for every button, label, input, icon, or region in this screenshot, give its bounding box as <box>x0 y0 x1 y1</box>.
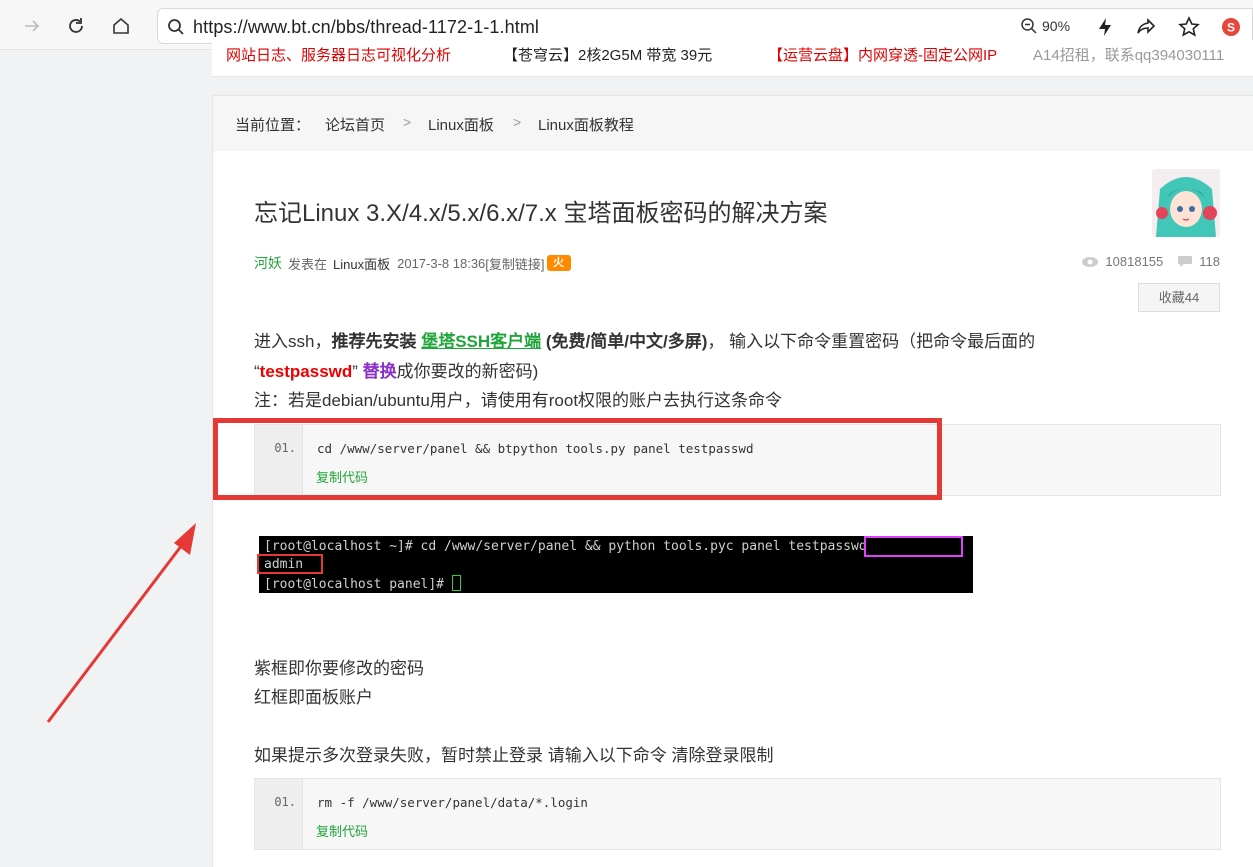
ad-link-1[interactable]: 网站日志、服务器日志可视化分析 <box>226 44 451 65</box>
terminal-screenshot: [root@localhost ~]# cd /www/server/panel… <box>257 536 973 593</box>
login-limit-paragraph: 如果提示多次登录失败，暂时禁止登录 请输入以下命令 清除登录限制 <box>254 746 774 765</box>
replace-instruction-text: 成你要改的新密码) <box>396 362 539 381</box>
copy-link-button[interactable]: [复制链接] <box>485 254 544 273</box>
reload-icon[interactable] <box>63 13 89 39</box>
terminal-password: testpasswd <box>788 539 867 554</box>
post-meta: 河妖 发表在 Linux面板 2017-3-8 18:36 [复制链接] 火 <box>254 253 571 273</box>
code-block-clear-login: 01. rm -f /www/server/panel/data/*.login… <box>254 778 1221 850</box>
post-card: 忘记Linux 3.X/4.x/5.x/6.x/7.x 宝塔面板密码的解决方案 … <box>212 151 1253 867</box>
page-left-margin <box>0 51 212 867</box>
forum-link[interactable]: Linux面板 <box>333 254 390 273</box>
svg-text:S: S <box>1227 21 1235 35</box>
views-eye-icon <box>1082 256 1099 267</box>
ad-link-3[interactable]: 【运营云盘】内网穿透-固定公网IP <box>768 44 997 65</box>
breadcrumb-separator: > <box>403 114 412 130</box>
zoom-out-icon <box>1021 18 1037 34</box>
lightning-icon[interactable] <box>1094 16 1116 38</box>
hot-badge: 火 <box>546 255 571 271</box>
terminal-line-3: [root@localhost panel]# <box>264 575 461 592</box>
search-icon <box>168 19 184 35</box>
author-name[interactable]: 河妖 <box>254 253 282 273</box>
intro-paragraph: 进入ssh，推荐先安装 堡塔SSH客户端 (免费/简单/中文/多屏)， 输入以下… <box>254 327 1035 352</box>
intro-instruction-text: ， 输入以下命令重置密码（把命令最后面的 <box>707 332 1036 351</box>
code-line[interactable]: rm -f /www/server/panel/data/*.login <box>317 795 588 810</box>
sogou-extension-icon[interactable]: S <box>1220 16 1242 38</box>
annotation-arrow-icon <box>46 523 196 723</box>
copy-code-button[interactable]: 复制代码 <box>316 821 368 840</box>
post-stats: 10818155 118 <box>1081 254 1220 269</box>
purple-box-note: 紫框即你要修改的密码 <box>254 659 424 678</box>
favorite-button[interactable]: 收藏44 <box>1138 283 1220 312</box>
terminal-cursor <box>451 575 461 591</box>
line-number: 01. <box>274 795 296 809</box>
breadcrumb-separator: > <box>513 114 522 130</box>
view-count: 10818155 <box>1105 254 1164 269</box>
placeholder-password-text: testpasswd <box>259 362 353 381</box>
forward-icon[interactable] <box>19 13 45 39</box>
post-title: 忘记Linux 3.X/4.x/5.x/6.x/7.x 宝塔面板密码的解决方案 <box>254 200 828 227</box>
url-text[interactable]: https://www.bt.cn/bbs/thread-1172-1-1.ht… <box>193 17 539 38</box>
terminal-command: [root@localhost ~]# cd /www/server/panel… <box>264 539 789 554</box>
posted-in-label: 发表在 <box>288 256 328 272</box>
breadcrumb-linux-tutorial[interactable]: Linux面板教程 <box>538 114 634 135</box>
address-bar[interactable]: https://www.bt.cn/bbs/thread-1172-1-1.ht… <box>157 8 1253 44</box>
replace-highlight-text: 替换 <box>362 362 397 381</box>
terminal-line-1: [root@localhost ~]# cd /www/server/panel… <box>264 539 867 554</box>
ad-link-2[interactable]: 【苍穹云】2核2G5M 带宽 39元 <box>503 44 712 65</box>
breadcrumb-forum-home[interactable]: 论坛首页 <box>325 114 385 135</box>
red-box-note: 红框即面板账户 <box>254 688 373 707</box>
note-paragraph: 注：若是debian/ubuntu用户，请使用有root权限的账户去执行这条命令 <box>254 391 783 410</box>
intro-features-text: (免费/简单/中文/多屏) <box>541 332 708 351</box>
account-highlight-box <box>257 554 323 574</box>
replace-password-paragraph: “testpasswd” 替换成你要改的新密码) <box>254 357 538 382</box>
breadcrumb: 当前位置： 论坛首页 > Linux面板 > Linux面板教程 <box>212 95 1253 152</box>
bookmark-star-icon[interactable] <box>1178 16 1200 38</box>
breadcrumb-label: 当前位置： <box>235 117 311 134</box>
annotation-red-frame <box>213 418 942 500</box>
code-line-gutter: 01. <box>255 779 303 849</box>
post-datetime: 2017-3-8 18:36 <box>397 255 486 271</box>
author-avatar[interactable] <box>1152 169 1220 237</box>
breadcrumb-linux-panel[interactable]: Linux面板 <box>428 114 494 135</box>
ad-strip: 网站日志、服务器日志可视化分析 【苍穹云】2核2G5M 带宽 39元 【运营云盘… <box>212 40 1253 77</box>
terminal-prompt: [root@localhost panel]# <box>264 577 452 592</box>
reply-count: 118 <box>1199 254 1220 269</box>
share-icon[interactable] <box>1135 16 1157 38</box>
replies-bubble-icon <box>1178 256 1193 267</box>
ssh-client-link[interactable]: 堡塔SSH客户端 <box>421 332 541 351</box>
intro-recommend-text: 推荐先安装 <box>331 332 422 351</box>
zoom-level: 90% <box>1042 18 1071 34</box>
password-highlight-box <box>864 536 963 557</box>
ad-link-4[interactable]: A14招租，联系qq394030111 <box>1033 44 1224 65</box>
intro-text: 进入ssh， <box>254 332 332 351</box>
zoom-indicator[interactable]: 90% <box>1020 17 1070 35</box>
home-icon[interactable] <box>108 13 134 39</box>
quote-close: ” <box>352 362 363 381</box>
